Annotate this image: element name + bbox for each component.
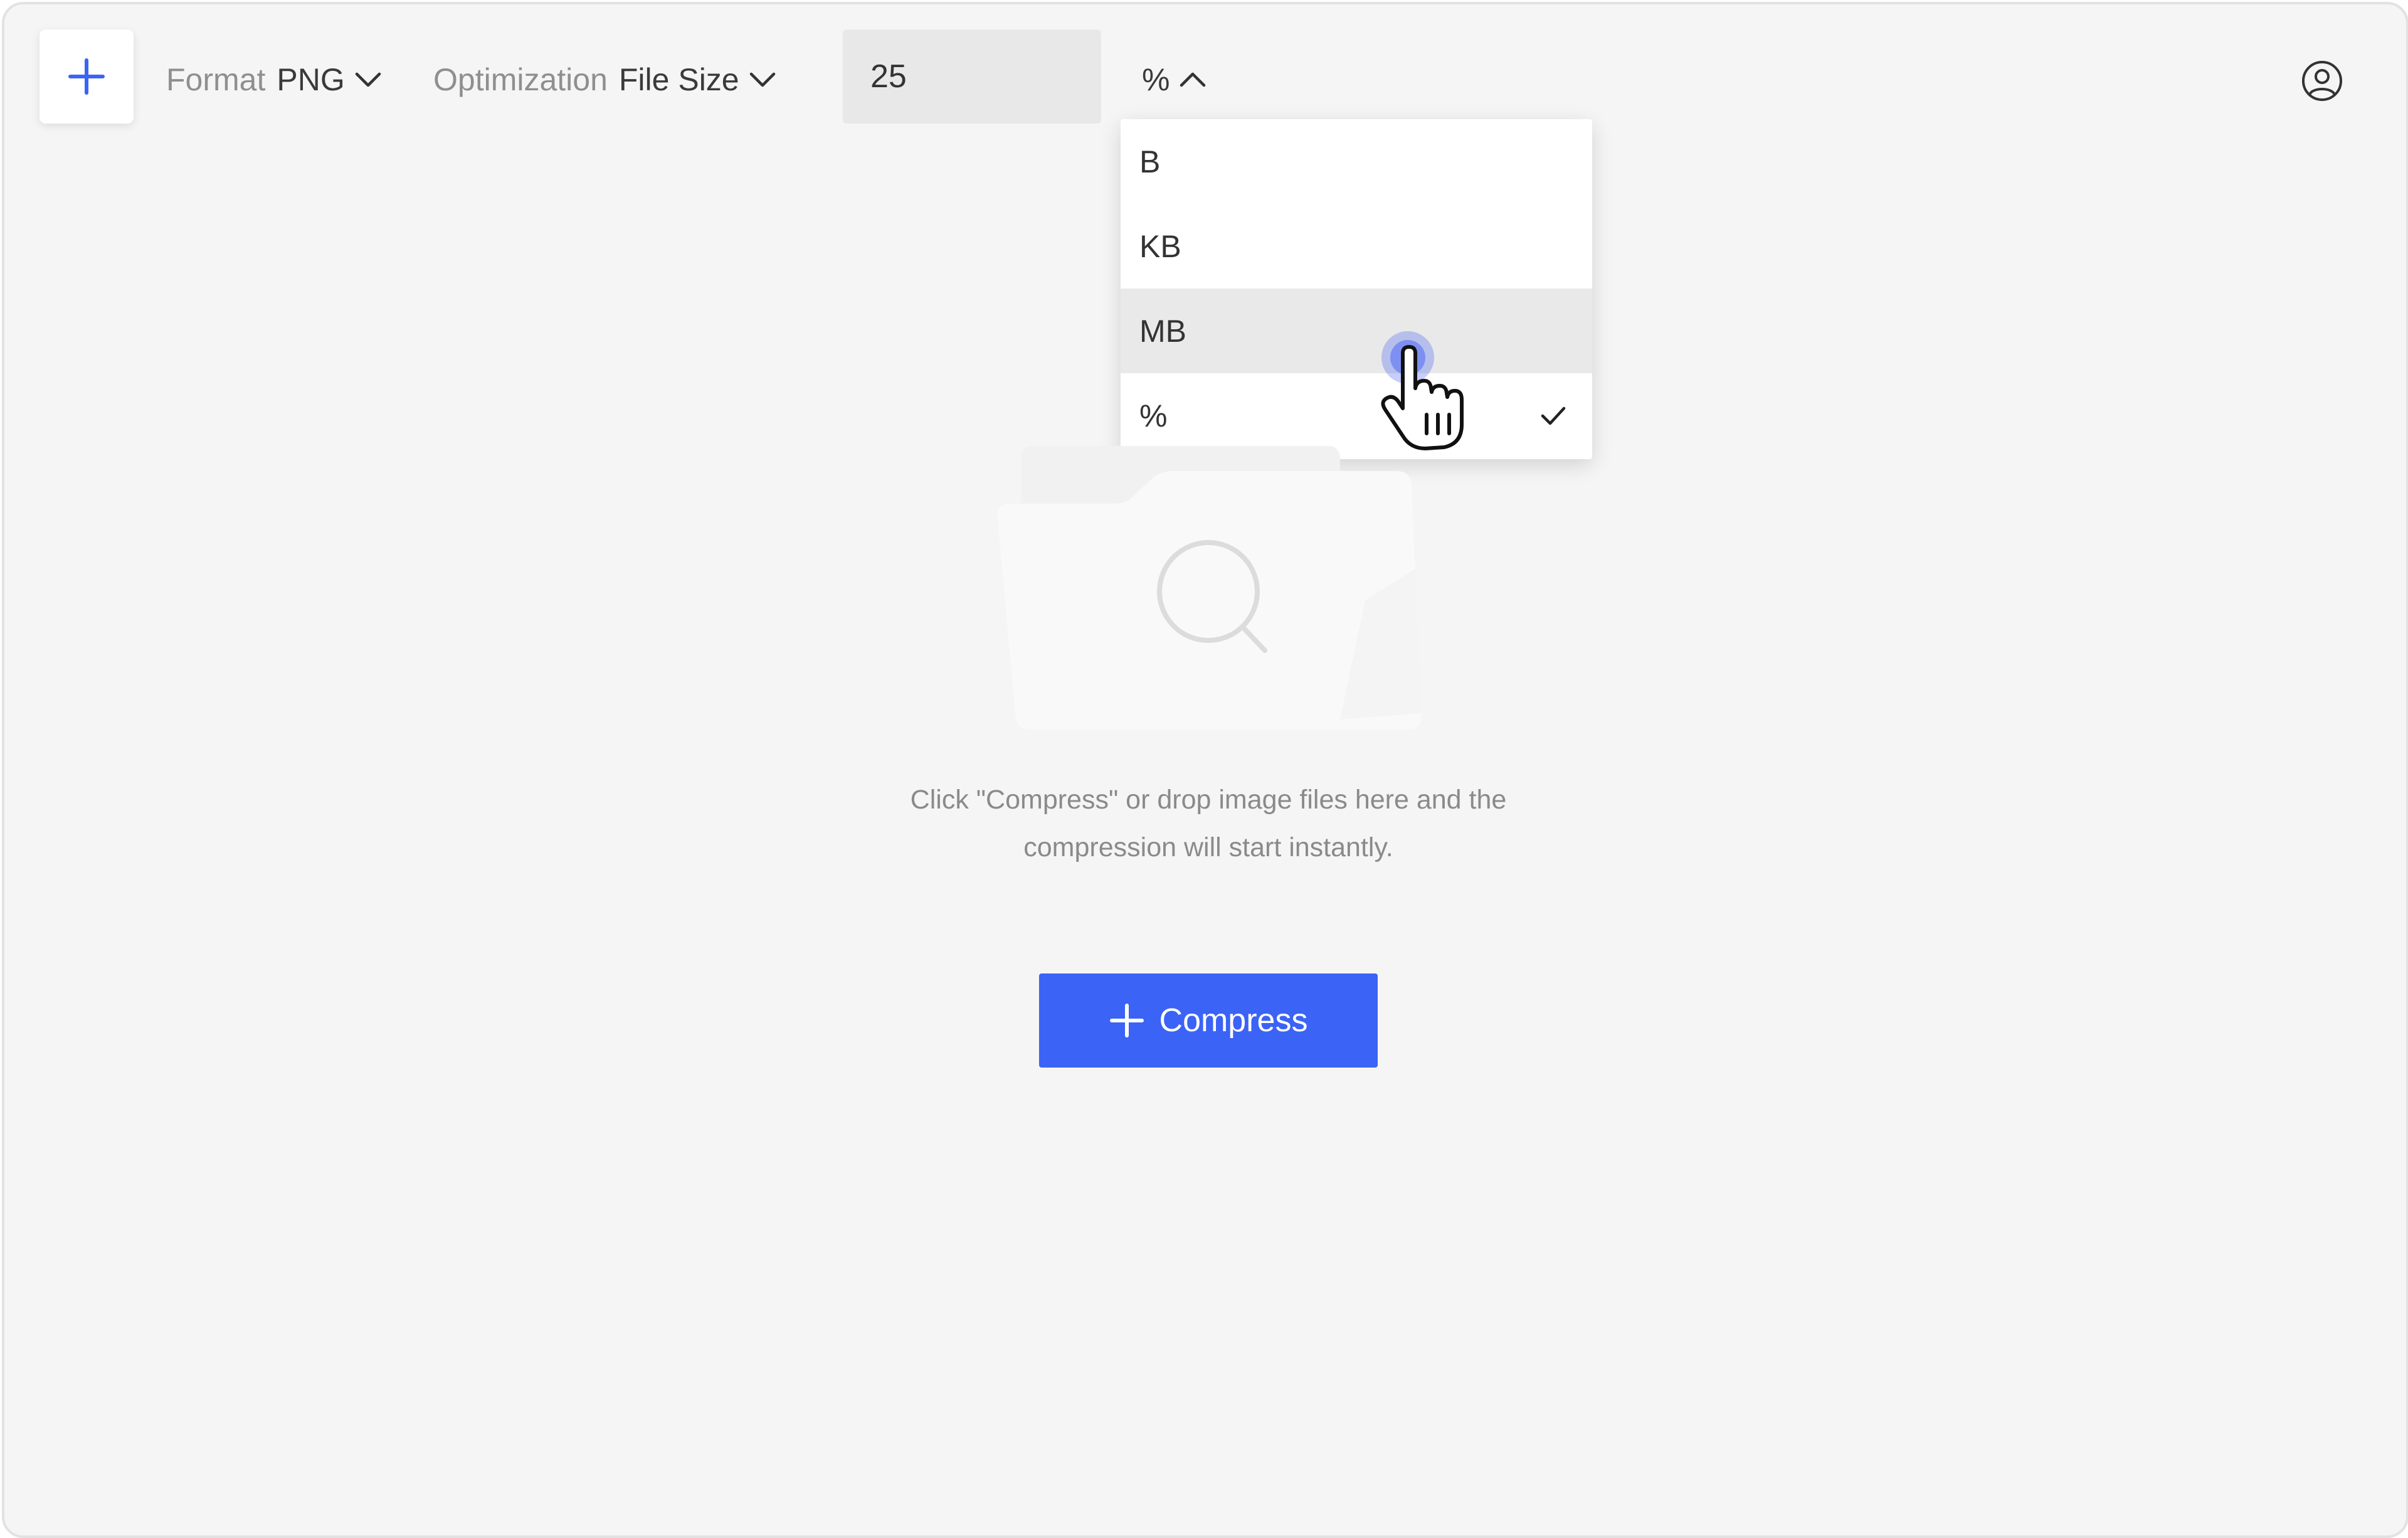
empty-state-hint: Click "Compress" or drop image files her…	[832, 776, 1585, 871]
plus-icon	[1109, 1004, 1144, 1037]
check-icon	[1541, 406, 1566, 425]
unit-value: %	[1142, 62, 1170, 97]
unit-option-mb[interactable]: MB	[1121, 289, 1592, 373]
unit-select[interactable]: %	[1142, 48, 1206, 111]
optimization-select[interactable]: Optimization File Size	[433, 48, 776, 111]
chevron-down-icon	[749, 72, 775, 87]
hand-pointer-icon	[1381, 331, 1464, 450]
format-value: PNG	[277, 62, 345, 97]
compress-button[interactable]: Compress	[1039, 973, 1378, 1068]
user-circle-icon	[2302, 61, 2342, 101]
optimization-value: File Size	[618, 62, 739, 97]
unit-option-label: KB	[1139, 228, 1181, 264]
user-account-button[interactable]	[2301, 60, 2343, 102]
hint-line-1: Click "Compress" or drop image files her…	[910, 785, 1507, 815]
empty-folder-illustration	[989, 443, 1428, 732]
chevron-down-icon	[355, 72, 381, 87]
unit-option-kb[interactable]: KB	[1121, 204, 1592, 289]
add-files-button[interactable]	[40, 29, 134, 124]
unit-option-label: %	[1139, 398, 1168, 433]
app-window: Format PNG Optimization File Size % B KB	[2, 2, 2408, 1538]
pointer-cursor	[1364, 323, 1471, 455]
hint-line-2: compression will start instantly.	[1023, 832, 1393, 862]
unit-dropdown-menu: B KB MB %	[1121, 119, 1592, 459]
folder-search-icon	[997, 446, 1422, 729]
optimization-label: Optimization	[433, 62, 608, 97]
plus-icon	[68, 58, 105, 95]
target-size-input[interactable]	[843, 29, 1101, 124]
format-label: Format	[166, 62, 266, 97]
unit-option-label: MB	[1139, 313, 1186, 349]
chevron-up-icon	[1180, 72, 1206, 87]
compress-button-label: Compress	[1159, 1002, 1308, 1039]
format-select[interactable]: Format PNG	[166, 48, 381, 111]
unit-option-label: B	[1139, 144, 1161, 179]
unit-option-b[interactable]: B	[1121, 119, 1592, 204]
